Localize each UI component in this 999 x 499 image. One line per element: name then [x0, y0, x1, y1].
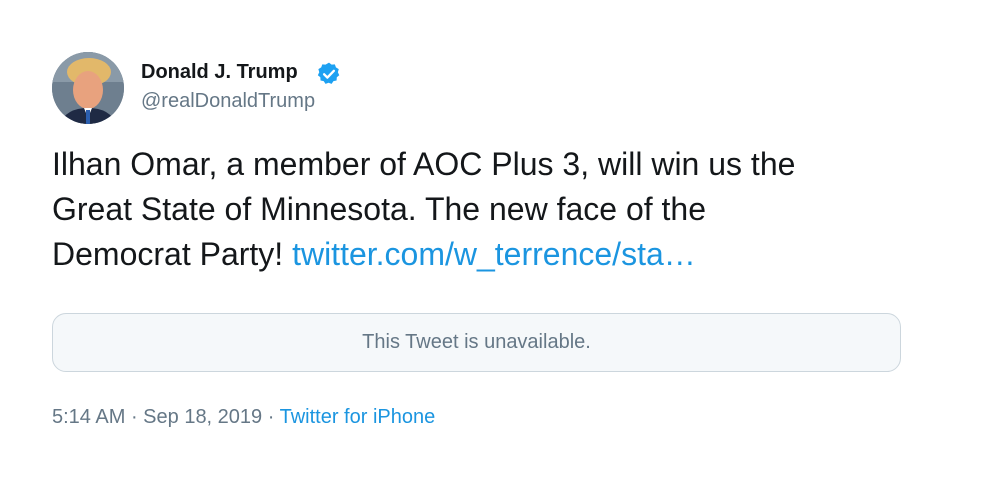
avatar[interactable]: [52, 52, 124, 124]
tweet-text: Ilhan Omar, a member of AOC Plus 3, will…: [52, 142, 912, 277]
tweet-metadata: 5:14 AM · Sep 18, 2019 · Twitter for iPh…: [52, 406, 435, 429]
tweet-text-line: Ilhan Omar, a member of AOC Plus 3, will…: [52, 146, 796, 182]
meta-separator: ·: [262, 406, 280, 428]
profile-photo-icon: [52, 52, 124, 124]
tweet-link[interactable]: twitter.com/w_terrence/sta…: [292, 236, 696, 272]
quoted-tweet-card[interactable]: This Tweet is unavailable.: [52, 313, 901, 372]
tweet-text-line: Great State of Minnesota. The new face o…: [52, 191, 707, 227]
quoted-tweet-status: This Tweet is unavailable.: [362, 331, 591, 353]
author-handle[interactable]: @realDonaldTrump: [141, 90, 315, 113]
tweet-time[interactable]: 5:14 AM: [52, 406, 125, 428]
verified-badge-icon: [317, 62, 340, 84]
tweet-date[interactable]: Sep 18, 2019: [143, 406, 262, 428]
author-display-name[interactable]: Donald J. Trump: [141, 61, 298, 84]
tweet-text-line: Democrat Party! twitter.com/w_terrence/s…: [52, 232, 912, 277]
tweet-embed: Donald J. Trump @realDonaldTrump Ilhan O…: [0, 0, 999, 499]
tweet-source-link[interactable]: Twitter for iPhone: [280, 406, 436, 428]
meta-separator: ·: [125, 406, 144, 428]
tweet-text-segment: Democrat Party!: [52, 236, 293, 272]
